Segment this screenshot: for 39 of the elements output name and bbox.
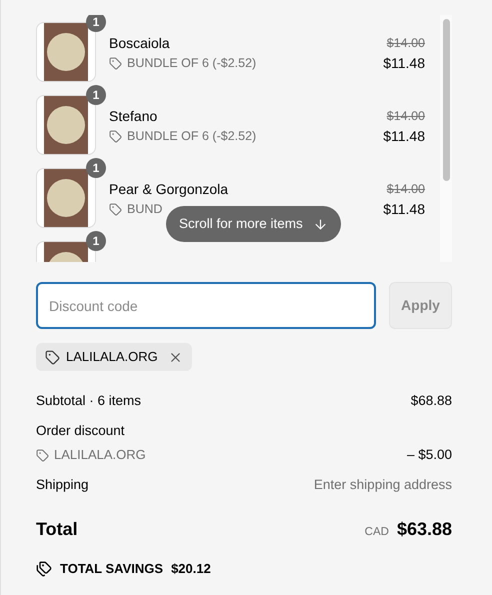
bundle-discount: BUND	[127, 201, 162, 217]
total-label: Total	[36, 518, 78, 540]
tag-icon	[109, 202, 122, 216]
total-savings-label: TOTAL SAVINGS	[60, 560, 164, 578]
order-discount-value: – $5.00	[406, 446, 452, 464]
item-price: $11.48	[383, 127, 425, 145]
order-discount-code: LALILALA.ORG	[54, 446, 146, 464]
original-price: $14.00	[386, 181, 425, 198]
item-price: $11.48	[383, 54, 425, 72]
tag-icon	[109, 56, 122, 70]
subtotal-label: Subtotal · 6 items	[36, 392, 142, 410]
arrow-down-icon	[312, 216, 328, 232]
bundle-discount: BUNDLE OF 6 (-$2.52)	[127, 128, 256, 144]
shipping-label: Shipping	[36, 476, 89, 494]
product-name: Stefano	[109, 107, 158, 125]
discount-code-field[interactable]: Discount code	[36, 282, 376, 329]
discount-code: LALILALA.ORG	[66, 348, 158, 366]
scrollbar[interactable]	[440, 15, 452, 262]
tags-icon	[36, 561, 52, 577]
shipping-value: Enter shipping address	[314, 476, 452, 494]
total-savings-value: $20.12	[171, 560, 211, 578]
currency-code: CAD	[364, 524, 389, 540]
tag-icon	[45, 350, 60, 364]
scroll-hint-pill[interactable]: Scroll for more items	[166, 206, 341, 242]
quantity-badge: 1	[86, 158, 106, 178]
product-name: Pear & Gorgonzola	[109, 180, 228, 198]
quantity-badge: 1	[86, 15, 106, 32]
original-price: $14.00	[386, 108, 425, 125]
bundle-discount: BUNDLE OF 6 (-$2.52)	[127, 55, 256, 71]
quantity-badge: 1	[86, 231, 106, 251]
product-name: Boscaiola	[109, 34, 170, 52]
order-discount-label: Order discount	[36, 422, 125, 440]
tag-icon	[36, 448, 49, 462]
quantity-badge: 1	[86, 85, 106, 105]
total-value: $63.88	[396, 518, 452, 540]
tag-icon	[109, 130, 122, 142]
subtotal-value: $68.88	[410, 392, 452, 410]
original-price: $14.00	[386, 35, 425, 52]
item-price: $11.48	[383, 200, 425, 218]
